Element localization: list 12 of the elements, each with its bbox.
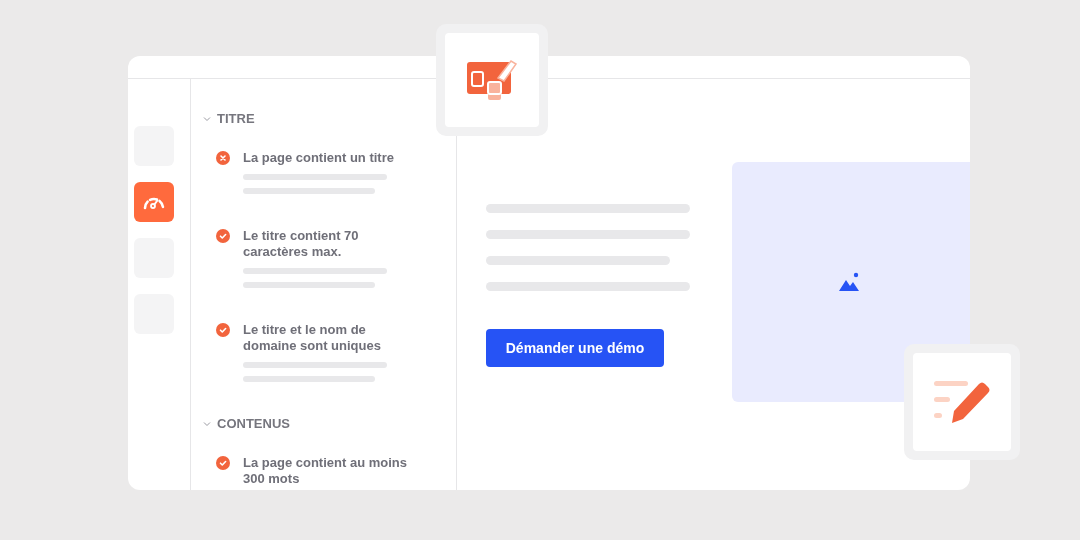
design-icon (466, 58, 518, 102)
check-label: La page contient au moins 300 mots (243, 455, 408, 487)
check-label: Le titre contient 70 caractères max. (243, 228, 360, 260)
section-title: CONTENUS (217, 416, 290, 431)
sidebar-button[interactable] (134, 182, 174, 222)
edit-note-icon (932, 379, 992, 425)
check-label: Le titre et le nom de domaine sont uniques (243, 322, 382, 354)
section-title: TITRE (217, 111, 255, 126)
chevron-icon[interactable] (203, 115, 211, 122)
chevron-icon[interactable] (203, 420, 211, 427)
check-label: La page contient un titre (243, 150, 395, 166)
demo-button[interactable]: Démander une démo (486, 329, 664, 367)
